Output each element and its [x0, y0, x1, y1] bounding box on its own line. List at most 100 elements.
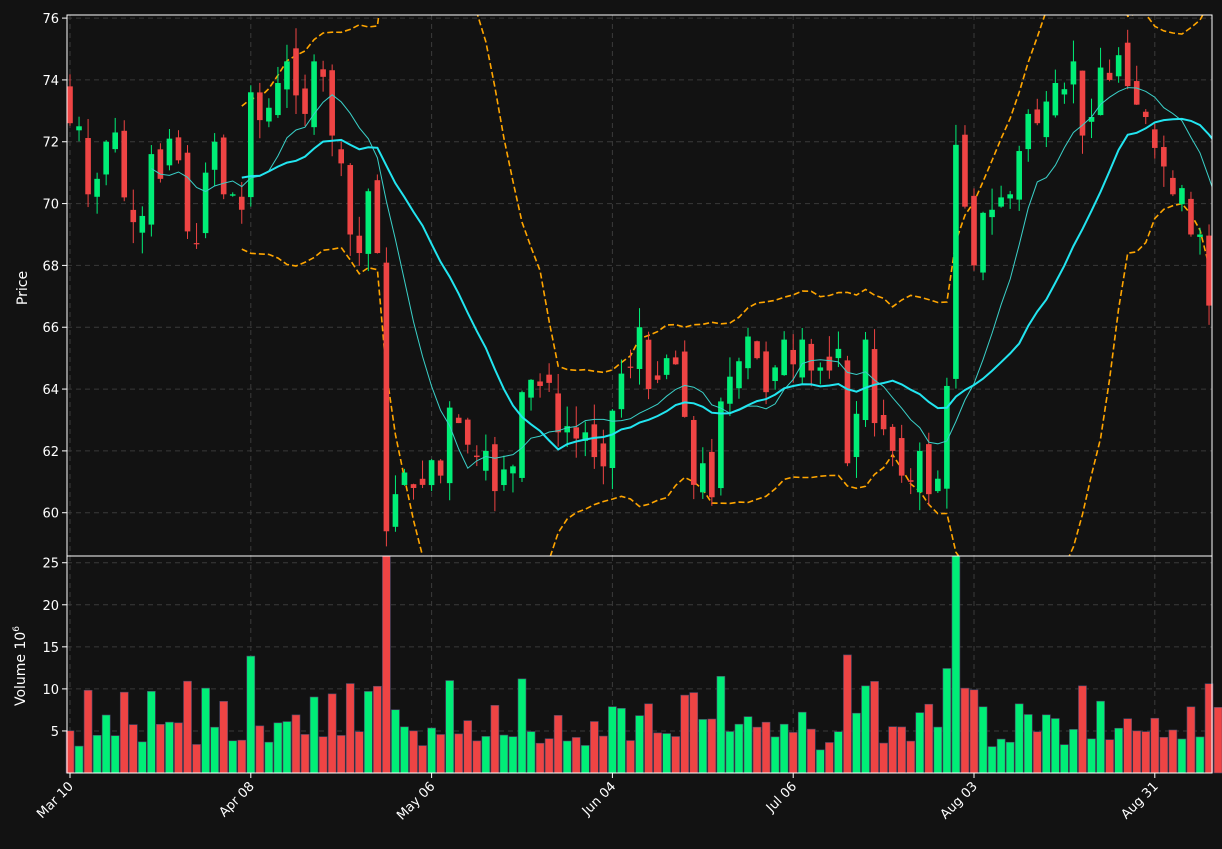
candle-body [690, 419, 697, 485]
candle [383, 247, 390, 547]
volume-bar [445, 680, 454, 774]
volume-bar [1023, 714, 1033, 774]
price-tick-label: 62 [42, 445, 59, 460]
volume-bar [752, 726, 762, 774]
candle-body [1016, 151, 1022, 200]
candle [519, 390, 525, 482]
volume-bar [888, 726, 897, 774]
volume-tick-label: 10 [42, 683, 59, 698]
candle-body [229, 194, 236, 196]
candle-body [266, 107, 272, 122]
candle-body [492, 444, 498, 492]
volume-bar [201, 687, 210, 774]
candle-body [293, 48, 299, 96]
candle-body [528, 379, 534, 398]
candle-body [202, 172, 209, 234]
price-tick-label: 66 [42, 321, 59, 336]
volume-bar [526, 731, 536, 774]
candle-body [1197, 234, 1203, 237]
volume-bar [74, 745, 84, 774]
volume-bar [481, 736, 491, 774]
volume-bar [192, 744, 201, 774]
candle-body [980, 212, 986, 273]
candle-body [320, 69, 326, 77]
candle-body [727, 376, 733, 404]
volume-axis-label-text: Volume [13, 654, 29, 706]
candle-body [112, 132, 118, 150]
candle-body [781, 339, 787, 376]
candle-body [555, 393, 561, 433]
candle-body [437, 460, 444, 476]
candle-body [419, 478, 426, 485]
candle-body [175, 137, 182, 161]
candle-body [808, 343, 815, 371]
volume-bar [852, 712, 861, 774]
volume-bar [978, 706, 988, 774]
volume-bar [553, 715, 563, 774]
volume-bar [1069, 729, 1078, 774]
volume-bar [671, 736, 680, 774]
candle-body [1061, 89, 1068, 95]
volume-bar [282, 721, 292, 774]
volume-bar [517, 678, 527, 774]
volume-bar [933, 726, 943, 774]
volume-bar [662, 733, 671, 774]
candle-body [184, 152, 191, 232]
candle-body [1043, 101, 1050, 138]
candle-body [772, 367, 778, 382]
candle [202, 162, 209, 239]
volume-bar [653, 732, 662, 774]
candle-body [401, 472, 408, 485]
candle-body [799, 339, 806, 378]
volume-bar [1032, 731, 1042, 774]
candle-body [591, 424, 598, 458]
volume-bar [580, 745, 590, 774]
candle-body [790, 349, 796, 365]
candle-body [763, 351, 769, 393]
candle [962, 125, 968, 209]
volume-bar [599, 735, 608, 774]
candle-body [166, 138, 173, 166]
candle-body [1124, 42, 1131, 87]
candle-body [663, 358, 670, 375]
volume-bar [879, 742, 888, 774]
candle-body [1152, 129, 1158, 148]
volume-bar [825, 742, 834, 774]
volume-bar [562, 740, 572, 774]
volume-bar [644, 703, 653, 774]
candle-body [455, 417, 462, 424]
candle-body [76, 126, 82, 131]
volume-bar [472, 740, 482, 774]
volume-bar [906, 740, 916, 774]
volume-bar [128, 724, 138, 774]
candle-body [347, 165, 354, 235]
candle-body [474, 455, 480, 458]
volume-bar [83, 689, 93, 774]
candle-body [645, 339, 652, 390]
volume-bar [1186, 706, 1196, 774]
candle-body [211, 141, 218, 170]
volume-bar [1014, 703, 1024, 774]
candle-body [139, 215, 146, 233]
volume-bar [608, 706, 617, 774]
volume-bar [1159, 736, 1169, 774]
volume-bar [951, 555, 961, 774]
volume-bar [960, 687, 970, 774]
volume-bar [779, 723, 789, 774]
candle-body [1133, 81, 1140, 105]
volume-bar [635, 715, 644, 774]
volume-bar [544, 738, 554, 774]
volume-bar [788, 732, 798, 774]
volume-bar [1123, 718, 1132, 774]
candle-body [1170, 177, 1176, 195]
volume-bar [987, 746, 997, 774]
candle-body [383, 262, 390, 532]
candle-body [374, 180, 381, 254]
volume-bar [92, 735, 102, 774]
candle [184, 145, 191, 239]
volume-bar [382, 555, 391, 774]
volume-bar [1105, 739, 1114, 774]
volume-bar [761, 721, 771, 774]
candle-body [501, 469, 507, 486]
volume-bar [418, 745, 427, 774]
